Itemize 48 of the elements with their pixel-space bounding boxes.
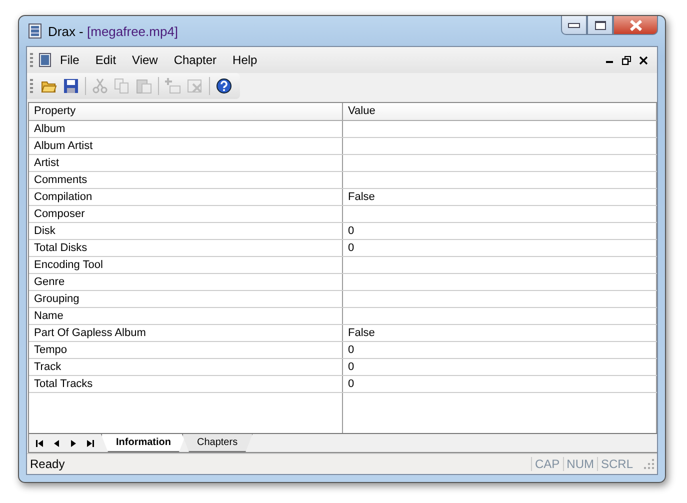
- status-indicator: SCRL: [596, 457, 636, 471]
- table-cell: False: [343, 189, 657, 205]
- sheet-tab[interactable]: Information: [101, 434, 186, 452]
- table-cell: Grouping: [29, 291, 343, 307]
- resize-grip-icon[interactable]: [644, 459, 654, 469]
- window-title: Drax - [megafree.mp4]: [48, 24, 178, 38]
- table-cell: Album Artist: [29, 138, 343, 154]
- column-header[interactable]: Property: [29, 103, 343, 120]
- film-document-icon: [28, 23, 42, 39]
- table-cell: Encoding Tool: [29, 257, 343, 273]
- table-cell: Album: [29, 121, 343, 137]
- sheet-tab[interactable]: Chapters: [182, 434, 253, 452]
- table-cell: Name: [29, 308, 343, 324]
- table-cell: 0: [343, 359, 657, 375]
- table-cell: 0: [343, 223, 657, 239]
- menu-item[interactable]: View: [125, 51, 165, 69]
- table-cell: Composer: [29, 206, 343, 222]
- maximize-button[interactable]: [587, 16, 613, 35]
- table-cell: Disk: [29, 223, 343, 239]
- close-icon: [639, 56, 648, 64]
- table-cell: Part Of Gapless Album: [29, 325, 343, 341]
- table-cell: Genre: [29, 274, 343, 290]
- minimize-button[interactable]: [561, 16, 587, 35]
- table-cell: Track: [29, 359, 343, 375]
- column-header[interactable]: Value: [343, 103, 657, 120]
- table-cell: 0: [343, 342, 657, 358]
- table-cell: Total Tracks: [29, 376, 343, 392]
- table-cell: Comments: [29, 172, 343, 188]
- floppy-disk-icon[interactable]: [61, 76, 81, 96]
- close-icon: [628, 20, 642, 30]
- help-icon[interactable]: [214, 76, 234, 96]
- table-cell: Compilation: [29, 189, 343, 205]
- table-cell: Tempo: [29, 342, 343, 358]
- menu-item[interactable]: Chapter: [166, 51, 224, 69]
- restore-button[interactable]: [619, 56, 634, 64]
- table-cell: False: [343, 325, 657, 341]
- table-cell: Artist: [29, 155, 343, 171]
- table-cell: Total Disks: [29, 240, 343, 256]
- status-text: Ready: [30, 457, 66, 471]
- table-cell: 0: [343, 376, 657, 392]
- menu-item[interactable]: File: [53, 51, 86, 69]
- menu-item[interactable]: Edit: [88, 51, 124, 69]
- table-cell: 0: [343, 240, 657, 256]
- film-document-icon: [39, 53, 51, 67]
- status-indicator: NUM: [562, 457, 597, 471]
- restore-icon: [622, 56, 631, 64]
- menu-item[interactable]: Help: [226, 51, 264, 69]
- status-indicator: CAP: [530, 457, 563, 471]
